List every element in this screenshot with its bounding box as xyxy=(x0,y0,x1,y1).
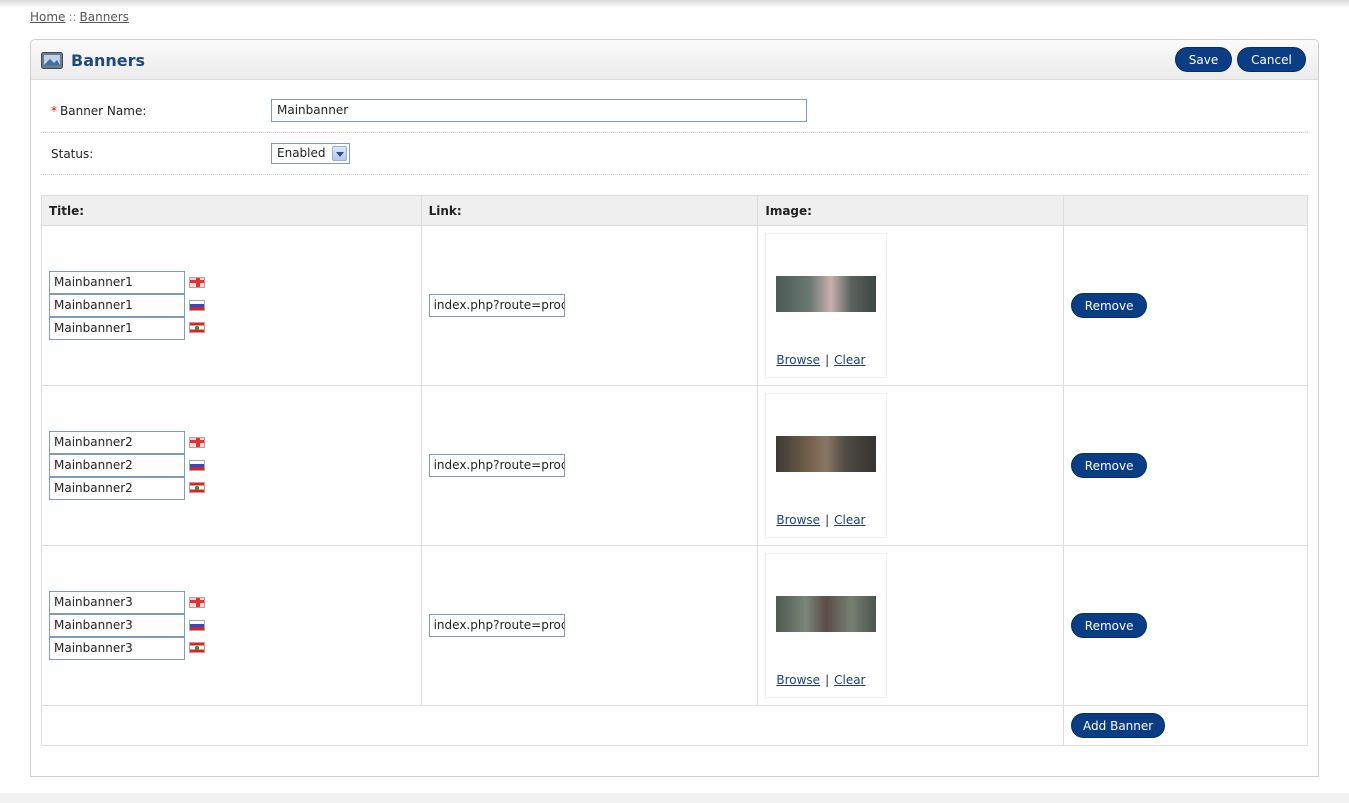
banner-thumbnail xyxy=(776,436,877,472)
image-preview-box: Browse | Clear xyxy=(765,233,888,378)
banner-images-table: Title: Link: Image: Mainbanner1 Mainbann… xyxy=(40,195,1308,746)
lebanon-flag-icon xyxy=(189,322,205,333)
table-header-row: Title: Link: Image: xyxy=(41,195,1308,226)
status-row: Status: Enabled xyxy=(41,133,1308,175)
image-actions: Browse | Clear xyxy=(776,673,865,687)
link-cell: index.php?route=produ xyxy=(420,545,759,706)
breadcrumb: Home:: Banners xyxy=(30,10,129,24)
link-separator: | xyxy=(825,353,830,367)
banner-name-label-text: Banner Name: xyxy=(60,104,147,118)
remove-button[interactable]: Remove xyxy=(1071,293,1148,318)
link-input[interactable]: index.php?route=produ xyxy=(428,614,565,637)
link-input[interactable]: index.php?route=produ xyxy=(428,454,565,477)
bottom-band xyxy=(0,793,1349,803)
title-input-arabic[interactable]: Mainbanner3 xyxy=(49,637,185,660)
remove-button[interactable]: Remove xyxy=(1071,453,1148,478)
link-input[interactable]: index.php?route=produ xyxy=(428,294,565,317)
column-header-link: Link: xyxy=(420,195,759,226)
russia-flag-icon xyxy=(189,300,205,311)
breadcrumb-separator: :: xyxy=(68,10,77,24)
title-input-english[interactable]: Mainbanner1 xyxy=(49,271,185,294)
title-input-russian[interactable]: Mainbanner2 xyxy=(49,454,185,477)
table-row: Mainbanner1 Mainbanner1 Mainbanner1 inde… xyxy=(41,225,1308,386)
lebanon-flag-icon xyxy=(189,642,205,653)
title-input-arabic[interactable]: Mainbanner2 xyxy=(49,477,185,500)
russia-flag-icon xyxy=(189,620,205,631)
uk-flag-icon xyxy=(189,597,205,608)
title-input-english[interactable]: Mainbanner2 xyxy=(49,431,185,454)
chevron-down-icon[interactable] xyxy=(332,146,347,161)
table-footer-row: Add Banner xyxy=(40,705,1308,746)
save-button[interactable]: Save xyxy=(1175,47,1232,72)
image-cell: Browse | Clear xyxy=(757,385,1065,546)
browse-link[interactable]: Browse xyxy=(776,353,820,367)
footer-action-cell: Add Banner xyxy=(1063,705,1308,746)
image-actions: Browse | Clear xyxy=(776,513,865,527)
status-select[interactable]: Enabled xyxy=(271,143,350,164)
title-inputs: Mainbanner1 Mainbanner1 Mainbanner1 xyxy=(49,271,414,340)
footer-spacer-cell xyxy=(40,705,1065,746)
image-cell: Browse | Clear xyxy=(757,225,1065,386)
banner-name-label: * Banner Name: xyxy=(51,104,146,118)
lebanon-flag-icon xyxy=(189,482,205,493)
top-shadow xyxy=(0,0,1349,8)
title-inputs: Mainbanner3 Mainbanner3 Mainbanner3 xyxy=(49,591,414,660)
browse-link[interactable]: Browse xyxy=(776,513,820,527)
column-header-title: Title: xyxy=(41,195,422,226)
action-cell: Remove xyxy=(1063,385,1308,546)
title-input-english[interactable]: Mainbanner3 xyxy=(49,591,185,614)
breadcrumb-banners-link[interactable]: Banners xyxy=(80,10,129,24)
title-cell: Mainbanner2 Mainbanner2 Mainbanner2 xyxy=(41,385,422,546)
uk-flag-icon xyxy=(189,277,205,288)
title-input-russian[interactable]: Mainbanner3 xyxy=(49,614,185,637)
banner-name-input[interactable]: Mainbanner xyxy=(271,99,807,122)
browse-link[interactable]: Browse xyxy=(776,673,820,687)
title-input-arabic[interactable]: Mainbanner1 xyxy=(49,317,185,340)
status-label: Status: xyxy=(51,147,94,161)
add-banner-button[interactable]: Add Banner xyxy=(1071,713,1166,738)
uk-flag-icon xyxy=(189,437,205,448)
panel-heading: Banners Save Cancel xyxy=(31,40,1318,80)
breadcrumb-home-link[interactable]: Home xyxy=(30,10,65,24)
link-separator: | xyxy=(825,673,830,687)
title-cell: Mainbanner3 Mainbanner3 Mainbanner3 xyxy=(41,545,422,706)
column-header-image: Image: xyxy=(757,195,1065,226)
link-cell: index.php?route=produ xyxy=(420,225,759,386)
banner-thumbnail xyxy=(776,596,877,632)
column-header-action xyxy=(1063,195,1308,226)
banner-form-panel: Banners Save Cancel * Banner Name: Mainba… xyxy=(30,39,1319,777)
banner-image-icon xyxy=(41,52,63,69)
link-separator: | xyxy=(825,513,830,527)
remove-button[interactable]: Remove xyxy=(1071,613,1148,638)
clear-link[interactable]: Clear xyxy=(834,673,865,687)
table-row: Mainbanner3 Mainbanner3 Mainbanner3 inde… xyxy=(41,545,1308,706)
clear-link[interactable]: Clear xyxy=(834,353,865,367)
action-cell: Remove xyxy=(1063,545,1308,706)
required-mark: * xyxy=(51,104,57,118)
russia-flag-icon xyxy=(189,460,205,471)
title-cell: Mainbanner1 Mainbanner1 Mainbanner1 xyxy=(41,225,422,386)
image-preview-box: Browse | Clear xyxy=(765,553,888,698)
action-cell: Remove xyxy=(1063,225,1308,386)
image-preview-box: Browse | Clear xyxy=(765,393,888,538)
status-select-value: Enabled xyxy=(277,146,326,160)
banner-thumbnail xyxy=(776,276,877,312)
title-inputs: Mainbanner2 Mainbanner2 Mainbanner2 xyxy=(49,431,414,500)
image-cell: Browse | Clear xyxy=(757,545,1065,706)
link-cell: index.php?route=produ xyxy=(420,385,759,546)
banner-name-row: * Banner Name: Mainbanner xyxy=(41,91,1308,133)
cancel-button[interactable]: Cancel xyxy=(1237,47,1306,72)
image-actions: Browse | Clear xyxy=(776,353,865,367)
page-title: Banners xyxy=(71,51,146,70)
table-row: Mainbanner2 Mainbanner2 Mainbanner2 inde… xyxy=(41,385,1308,546)
title-input-russian[interactable]: Mainbanner1 xyxy=(49,294,185,317)
clear-link[interactable]: Clear xyxy=(834,513,865,527)
